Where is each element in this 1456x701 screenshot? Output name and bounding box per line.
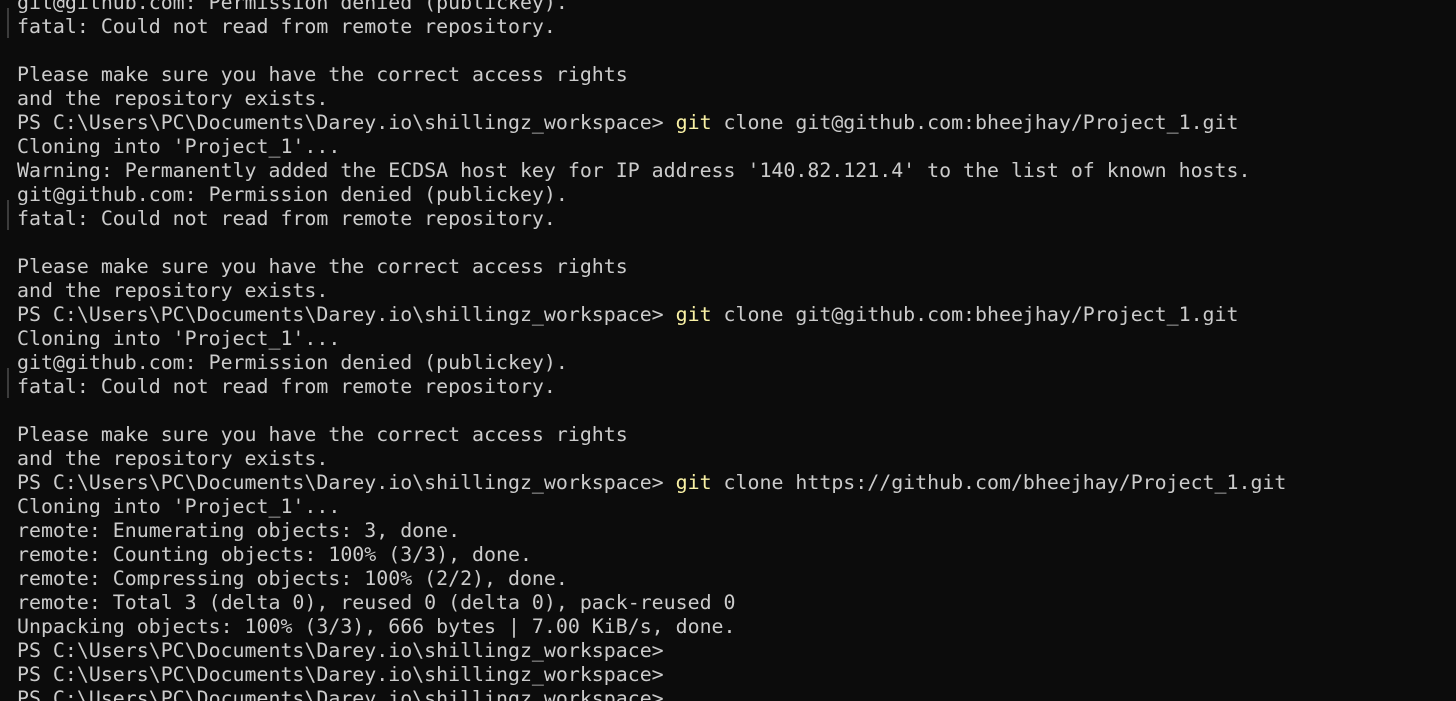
prompt-path: PS C:\Users\PC\Documents\Darey.io\shilli… — [17, 471, 676, 494]
prompt-line: PS C:\Users\PC\Documents\Darey.io\shilli… — [17, 303, 1286, 327]
output-line: git@github.com: Permission denied (publi… — [17, 351, 568, 374]
prompt-line: PS C:\Users\PC\Documents\Darey.io\shilli… — [17, 111, 1286, 135]
output-line: remote: Total 3 (delta 0), reused 0 (del… — [17, 591, 736, 614]
output-line: Please make sure you have the correct ac… — [17, 255, 628, 278]
output-line: remote: Counting objects: 100% (3/3), do… — [17, 543, 532, 566]
command-name: git — [675, 303, 712, 326]
output-line: Cloning into 'Project_1'... — [17, 135, 341, 158]
prompt-path: PS C:\Users\PC\Documents\Darey.io\shilli… — [17, 663, 664, 686]
scrollbar[interactable] — [1442, 0, 1456, 701]
output-line: Warning: Permanently added the ECDSA hos… — [17, 159, 1251, 182]
output-line: remote: Enumerating objects: 3, done. — [17, 519, 461, 542]
output-line: fatal: Could not read from remote reposi… — [17, 207, 556, 230]
command-separator-mark — [7, 8, 9, 38]
output-line: Cloning into 'Project_1'... — [17, 327, 341, 350]
command-args: clone https://github.com/bheejhay/Projec… — [711, 471, 1287, 494]
prompt-path: PS C:\Users\PC\Documents\Darey.io\shilli… — [17, 639, 664, 662]
prompt-path: PS C:\Users\PC\Documents\Darey.io\shilli… — [17, 687, 664, 701]
output-line: Please make sure you have the correct ac… — [17, 423, 628, 446]
command-name: git — [675, 111, 712, 134]
output-line: and the repository exists. — [17, 279, 329, 302]
command-args: clone git@github.com:bheejhay/Project_1.… — [711, 111, 1239, 134]
output-line: git@github.com: Permission denied (publi… — [17, 0, 568, 14]
output-line: and the repository exists. — [17, 87, 329, 110]
output-line: fatal: Could not read from remote reposi… — [17, 15, 556, 38]
output-line: remote: Compressing objects: 100% (2/2),… — [17, 567, 568, 590]
prompt-path: PS C:\Users\PC\Documents\Darey.io\shilli… — [17, 303, 676, 326]
output-line: Cloning into 'Project_1'... — [17, 495, 341, 518]
prompt-line: PS C:\Users\PC\Documents\Darey.io\shilli… — [17, 663, 1286, 687]
prompt-line: PS C:\Users\PC\Documents\Darey.io\shilli… — [17, 639, 1286, 663]
output-line: and the repository exists. — [17, 447, 329, 470]
command-name: git — [675, 471, 712, 494]
output-line: fatal: Could not read from remote reposi… — [17, 375, 556, 398]
terminal-output[interactable]: git@github.com: Permission denied (publi… — [17, 0, 1286, 701]
output-line: Please make sure you have the correct ac… — [17, 63, 628, 86]
prompt-line: PS C:\Users\PC\Documents\Darey.io\shilli… — [17, 471, 1286, 495]
command-args: clone git@github.com:bheejhay/Project_1.… — [711, 303, 1239, 326]
terminal-window[interactable]: git@github.com: Permission denied (publi… — [0, 0, 1456, 701]
prompt-line: PS C:\Users\PC\Documents\Darey.io\shilli… — [17, 687, 1286, 701]
command-separator-mark — [7, 200, 9, 230]
output-line: git@github.com: Permission denied (publi… — [17, 183, 568, 206]
command-separator-mark — [7, 368, 9, 398]
prompt-path: PS C:\Users\PC\Documents\Darey.io\shilli… — [17, 111, 676, 134]
output-line: Unpacking objects: 100% (3/3), 666 bytes… — [17, 615, 736, 638]
